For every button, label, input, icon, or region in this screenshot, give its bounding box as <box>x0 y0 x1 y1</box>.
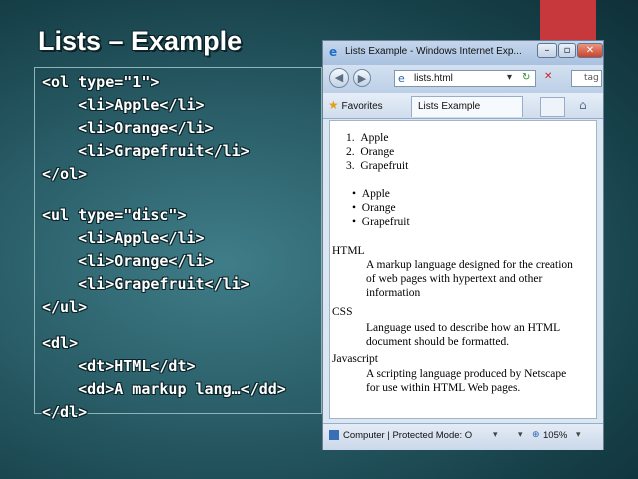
definition-desc: of web pages with hypertext and other <box>366 273 543 285</box>
search-input[interactable]: tag i <box>571 70 602 87</box>
ie-icon: e <box>329 45 338 59</box>
new-tab-button[interactable] <box>540 97 565 117</box>
list-item: • Apple <box>352 188 390 200</box>
code-line: </ol> <box>42 165 88 183</box>
definition-desc: A markup language designed for the creat… <box>366 259 573 271</box>
favorites-button[interactable]: ★ Favorites <box>328 98 383 112</box>
code-box: <ol type="1"> <li>Apple</li> <li>Orange<… <box>34 67 322 421</box>
home-icon[interactable]: ⌂ <box>579 98 587 112</box>
close-button[interactable]: ✕ <box>577 43 603 58</box>
definition-term: CSS <box>332 306 353 318</box>
slide-title: Lists – Example <box>38 26 243 56</box>
zoom-icon[interactable]: ⊕ <box>532 430 540 440</box>
maximize-button[interactable]: ▫ <box>558 43 576 58</box>
page-icon: e <box>398 72 405 85</box>
code-line: <dl> <box>42 334 79 352</box>
forward-icon[interactable]: ▶ <box>353 69 371 87</box>
title-bar[interactable]: e Lists Example - Windows Internet Exp..… <box>323 41 603 65</box>
code-line: <dd>A markup lang…</dd> <box>42 380 286 398</box>
star-icon: ★ <box>328 98 339 112</box>
tab-lists-example[interactable]: Lists Example <box>411 96 523 117</box>
security-icon <box>329 430 339 440</box>
list-item: • Orange <box>352 202 396 214</box>
favorites-bar: ★ Favorites Lists Example ⌂ <box>323 93 603 119</box>
code-line: <dt>HTML</dt> <box>42 357 196 375</box>
search-text: tag i <box>584 73 601 83</box>
code-line: <ul type="disc"> <box>42 206 187 224</box>
window-title: Lists Example - Windows Internet Exp... <box>345 46 522 57</box>
browser-window: e Lists Example - Windows Internet Exp..… <box>322 40 604 450</box>
code-line: <li>Grapefruit</li> <box>42 275 250 293</box>
navigation-bar: ◀ ▶ e lists.html ▾ ↻ ✕ tag i <box>323 65 603 93</box>
definition-term: Javascript <box>332 353 378 365</box>
list-item: • Grapefruit <box>352 216 410 228</box>
code-line: </dl> <box>42 403 88 421</box>
page-content: 1. Apple 2. Orange 3. Grapefruit • Apple… <box>329 120 597 419</box>
definition-desc: information <box>366 287 421 299</box>
code-line: <li>Orange</li> <box>42 119 214 137</box>
minimize-button[interactable]: – <box>537 43 557 58</box>
code-line: <li>Grapefruit</li> <box>42 142 250 160</box>
code-line: <li>Apple</li> <box>42 229 205 247</box>
list-item: 2. Orange <box>346 146 395 158</box>
definition-desc: document should be formatted. <box>366 336 510 348</box>
address-text: lists.html <box>414 73 453 84</box>
zoom-dropdown-icon[interactable]: ▾ <box>576 430 581 440</box>
zoom-level[interactable]: 105% <box>543 430 567 441</box>
list-item: 1. Apple <box>346 132 389 144</box>
definition-desc: Language used to describe how an HTML <box>366 322 561 334</box>
favorites-label: Favorites <box>341 101 383 112</box>
tab-label: Lists Example <box>418 101 481 112</box>
address-dropdown-icon[interactable]: ▾ <box>507 72 512 83</box>
list-item: 3. Grapefruit <box>346 160 409 172</box>
code-line: <li>Orange</li> <box>42 252 214 270</box>
definition-desc: for use within HTML Web pages. <box>366 382 521 394</box>
back-icon[interactable]: ◀ <box>329 68 349 88</box>
code-line: <ol type="1"> <box>42 73 160 91</box>
settings-dropdown-icon[interactable]: ▾ <box>518 430 523 440</box>
definition-desc: A scripting language produced by Netscap… <box>366 368 567 380</box>
code-line: <li>Apple</li> <box>42 96 205 114</box>
refresh-icon[interactable]: ↻ <box>522 72 530 83</box>
stop-icon[interactable]: ✕ <box>544 71 552 82</box>
address-bar[interactable]: e lists.html <box>394 70 536 87</box>
settings-dropdown-icon[interactable]: ▾ <box>493 430 498 440</box>
code-line: </ul> <box>42 298 88 316</box>
status-text: Computer | Protected Mode: O <box>343 430 473 441</box>
status-bar: Computer | Protected Mode: O ▾ ▾ ⊕ 105% … <box>323 423 603 450</box>
definition-term: HTML <box>332 245 365 257</box>
